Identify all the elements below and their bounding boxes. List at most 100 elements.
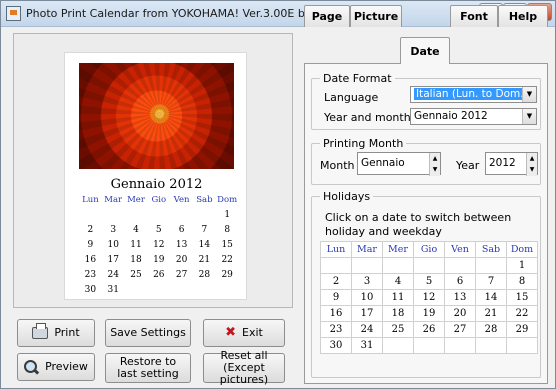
preview-day <box>147 285 170 300</box>
preview-day <box>170 210 193 225</box>
holiday-date-cell[interactable]: 9 <box>320 289 352 306</box>
holiday-date-cell[interactable]: 16 <box>320 305 352 322</box>
holiday-date-cell[interactable]: 4 <box>382 273 414 290</box>
chevron-down-icon[interactable]: ▼ <box>522 109 536 124</box>
holidays-weekday: Dom <box>506 241 538 258</box>
holidays-description: Click on a date to switch between holida… <box>325 211 512 238</box>
spinner-arrows-icon[interactable]: ▲ ▼ <box>429 153 440 176</box>
save-settings-button[interactable]: Save Settings <box>105 319 191 347</box>
preview-day: 13 <box>175 240 188 250</box>
holiday-date-cell[interactable]: 14 <box>475 289 507 306</box>
preview-day: 7 <box>201 225 208 235</box>
year-spinner[interactable]: 2012 ▲ ▼ <box>485 152 538 176</box>
holiday-date-cell[interactable]: 26 <box>413 321 445 338</box>
holidays-week-row: 9 10 11 12 13 14 15 <box>320 289 538 306</box>
holiday-date-cell[interactable] <box>506 337 538 354</box>
holiday-date-cell[interactable]: 28 <box>475 321 507 338</box>
holiday-date-cell[interactable]: 22 <box>506 305 538 322</box>
holiday-date-cell[interactable]: 27 <box>444 321 476 338</box>
holiday-date-cell[interactable] <box>444 257 476 274</box>
printing-month-title: Printing Month <box>320 137 407 150</box>
preview-day: 2 <box>87 225 94 235</box>
close-x-icon: ✖ <box>225 325 237 340</box>
holiday-date-cell[interactable]: 1 <box>506 257 538 274</box>
holiday-date-cell[interactable] <box>320 257 352 274</box>
holidays-week-row: 2 3 4 5 6 7 8 <box>320 273 538 290</box>
app-icon <box>6 6 21 21</box>
preview-week-row: 30 31 <box>79 285 239 300</box>
holiday-date-cell[interactable] <box>475 337 507 354</box>
holiday-date-cell[interactable]: 5 <box>413 273 445 290</box>
preview-day: 22 <box>221 255 233 265</box>
preview-week-row: 16 17 18 19 20 21 22 <box>79 255 239 270</box>
preview-weekday: Lun <box>82 195 99 205</box>
arrow-down-icon[interactable]: ▼ <box>433 166 438 173</box>
holiday-date-cell[interactable] <box>413 257 445 274</box>
holiday-date-cell[interactable]: 18 <box>382 305 414 322</box>
holidays-week-row: 30 31 <box>320 337 538 354</box>
preview-day: 14 <box>198 240 211 250</box>
holiday-date-cell[interactable]: 21 <box>475 305 507 322</box>
preview-weekday: Mar <box>104 195 123 205</box>
exit-button[interactable]: ✖ Exit <box>203 319 285 347</box>
preview-week-row: 9 10 11 12 13 14 15 <box>79 240 239 255</box>
holiday-date-cell[interactable] <box>351 257 383 274</box>
arrow-down-icon[interactable]: ▼ <box>530 166 535 173</box>
preview-day: 12 <box>153 240 165 250</box>
holidays-weekday: Mar <box>351 241 383 258</box>
holiday-date-cell[interactable]: 17 <box>351 305 383 322</box>
holiday-date-cell[interactable] <box>444 337 476 354</box>
year-month-value: Gennaio 2012 <box>414 110 488 122</box>
holiday-date-cell[interactable]: 31 <box>351 337 383 354</box>
holiday-date-cell[interactable]: 29 <box>506 321 538 338</box>
holiday-date-cell[interactable]: 30 <box>320 337 352 354</box>
reset-all-button[interactable]: Reset all (Except pictures) <box>203 350 285 386</box>
holiday-date-cell[interactable]: 19 <box>413 305 445 322</box>
spinner-arrows-icon[interactable]: ▲ ▼ <box>526 153 537 176</box>
holiday-date-cell[interactable]: 8 <box>506 273 538 290</box>
preview-day: 6 <box>178 225 185 235</box>
holiday-date-cell[interactable]: 3 <box>351 273 383 290</box>
holiday-date-cell[interactable] <box>382 337 414 354</box>
year-month-select[interactable]: Gennaio 2012 ▼ <box>410 108 537 125</box>
preview-button[interactable]: Preview <box>17 353 95 381</box>
holiday-date-cell[interactable]: 13 <box>444 289 476 306</box>
preview-day: 27 <box>175 270 188 280</box>
chevron-down-icon[interactable]: ▼ <box>522 87 536 102</box>
tab-font[interactable]: Font <box>450 5 498 27</box>
language-select[interactable]: Italian (Lun. to Dom.) ▼ <box>410 86 537 103</box>
holiday-date-cell[interactable]: 23 <box>320 321 352 338</box>
print-button[interactable]: Print <box>17 319 95 347</box>
preview-day: 31 <box>107 285 119 295</box>
holiday-date-cell[interactable] <box>475 257 507 274</box>
holiday-date-cell[interactable]: 7 <box>475 273 507 290</box>
holiday-date-cell[interactable]: 2 <box>320 273 352 290</box>
tab-picture[interactable]: Picture <box>350 5 402 27</box>
preview-day <box>193 210 216 225</box>
tab-page[interactable]: Page <box>304 5 350 27</box>
preview-day: 20 <box>175 255 188 265</box>
holiday-date-cell[interactable]: 25 <box>382 321 414 338</box>
tab-help[interactable]: Help <box>498 5 548 27</box>
holiday-date-cell[interactable] <box>382 257 414 274</box>
restore-button[interactable]: Restore to last setting <box>105 353 191 383</box>
calendar-preview: Gennaio 2012 Lun Mar Mer Gio Ven Sab Dom <box>64 52 247 300</box>
preview-weekday: Mer <box>127 195 145 205</box>
holiday-date-cell[interactable]: 24 <box>351 321 383 338</box>
preview-day: 23 <box>84 270 97 280</box>
holidays-week-row: 16 17 18 19 20 21 22 <box>320 305 538 322</box>
holiday-date-cell[interactable] <box>413 337 445 354</box>
holiday-date-cell[interactable]: 15 <box>506 289 538 306</box>
holiday-date-cell[interactable]: 6 <box>444 273 476 290</box>
holiday-date-cell[interactable]: 12 <box>413 289 445 306</box>
holidays-weekday: Sab <box>475 241 507 258</box>
holiday-date-cell[interactable]: 11 <box>382 289 414 306</box>
arrow-up-icon[interactable]: ▲ <box>433 155 438 162</box>
arrow-up-icon[interactable]: ▲ <box>530 155 535 162</box>
month-spinner[interactable]: Gennaio ▲ ▼ <box>357 152 441 176</box>
tab-date[interactable]: Date <box>400 37 450 64</box>
preview-day <box>79 210 102 225</box>
holiday-date-cell[interactable]: 20 <box>444 305 476 322</box>
date-format-title: Date Format <box>320 72 395 85</box>
holiday-date-cell[interactable]: 10 <box>351 289 383 306</box>
